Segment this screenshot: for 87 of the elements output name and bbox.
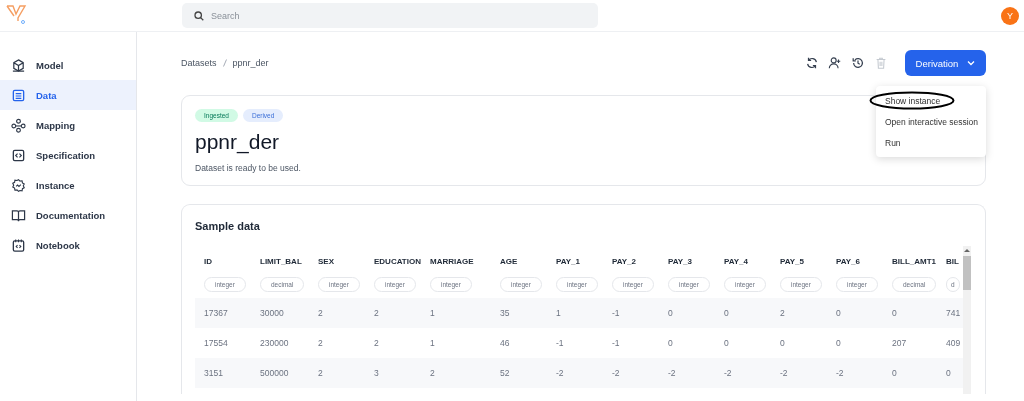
table-cell: 1: [421, 298, 491, 328]
table-cell: 35: [491, 298, 547, 328]
table-cell: -1: [547, 328, 603, 358]
sidebar-item[interactable]: Mapping: [0, 110, 136, 140]
table-cell: 0: [715, 298, 771, 328]
table-cell: 17554: [195, 328, 251, 358]
gear-icon: [11, 177, 26, 193]
column-header: ID: [203, 256, 213, 266]
notebook-icon: [11, 237, 26, 253]
table-cell: 0: [771, 328, 827, 358]
sidebar-item[interactable]: Notebook: [0, 230, 136, 260]
table-cell: -2: [827, 358, 883, 388]
table-cell: 0: [659, 298, 715, 328]
table-cell: 52: [491, 358, 547, 388]
column-header: MARRIAGE: [421, 246, 491, 266]
table-cell: -2: [547, 358, 603, 388]
book-icon: [11, 207, 26, 223]
table-cell: -2: [715, 358, 771, 388]
column-header: EDUCATION: [373, 256, 421, 266]
column-header: BILL_AMT1: [891, 256, 937, 266]
menu-item[interactable]: Run: [876, 132, 986, 153]
search-field[interactable]: Search: [182, 3, 598, 28]
breadcrumb-link[interactable]: Datasets: [181, 58, 217, 68]
table-cell: 2: [771, 298, 827, 328]
column-header: SEX: [317, 256, 335, 266]
table-cell: 0: [827, 298, 883, 328]
column-header: PAY_5: [779, 256, 806, 266]
table-cell: 0: [715, 328, 771, 358]
table-cell: 409: [942, 328, 963, 358]
section-title: Sample data: [195, 220, 261, 232]
sidebar-item[interactable]: Data: [0, 80, 136, 110]
column-header: LIMIT_BAL: [259, 256, 303, 266]
column-header: PAY_4: [723, 256, 750, 266]
search-icon: [194, 10, 204, 21]
sidebar-item[interactable]: Model: [0, 50, 136, 80]
table-cell: 2: [309, 328, 365, 358]
table-cell: -2: [659, 358, 715, 388]
dataset-title: ppnr_der: [195, 130, 280, 154]
table-cell: 30000: [251, 298, 309, 328]
add-user-icon[interactable]: [828, 56, 842, 70]
cube-icon: [11, 57, 26, 73]
table-cell: 741: [942, 298, 963, 328]
table-cell: 2: [365, 298, 421, 328]
table-cell: 2: [421, 358, 491, 388]
column-header: PAY_2: [611, 256, 638, 266]
nodes-icon: [11, 117, 26, 133]
table-cell: 500000: [251, 358, 309, 388]
code-icon: [11, 147, 26, 163]
table-cell: 0: [942, 358, 963, 388]
column-header: BIL: [945, 256, 960, 266]
scrollbar[interactable]: [963, 246, 971, 394]
table-cell: -1: [603, 328, 659, 358]
table-cell: 2: [309, 358, 365, 388]
table-cell: 0: [883, 298, 942, 328]
table-cell: 2: [309, 298, 365, 328]
column-header: PAY_1: [555, 256, 582, 266]
table-cell: 1: [421, 328, 491, 358]
table-cell: 3151: [195, 358, 251, 388]
table-cell: 46: [491, 328, 547, 358]
refresh-icon[interactable]: [805, 56, 819, 70]
table-cell: 17367: [195, 298, 251, 328]
chevron-down-icon: [967, 60, 976, 66]
table-cell: 3: [365, 358, 421, 388]
table-cell: 207: [883, 328, 942, 358]
table-cell: 1: [547, 298, 603, 328]
table-cell: -1: [603, 298, 659, 328]
column-header: PAY_6: [835, 256, 862, 266]
table-cell: -2: [603, 358, 659, 388]
column-header: PAY_3: [667, 256, 694, 266]
status-text: Dataset is ready to be used.: [195, 163, 302, 173]
sidebar-item[interactable]: Instance: [0, 170, 136, 200]
breadcrumb-separator-icon: [222, 59, 227, 67]
table-cell: 0: [883, 358, 942, 388]
derivation-button[interactable]: Derivation: [905, 50, 986, 76]
history-icon[interactable]: [851, 56, 865, 70]
breadcrumb-current: ppnr_der: [232, 58, 269, 68]
column-header: AGE: [499, 256, 519, 266]
table-cell: 230000: [251, 328, 309, 358]
sidebar-item[interactable]: Documentation: [0, 200, 136, 230]
sidebar-item[interactable]: Specification: [0, 140, 136, 170]
menu-item[interactable]: Show instance: [876, 90, 986, 111]
menu-item[interactable]: Open interactive session: [876, 111, 986, 132]
table-cell: 0: [827, 328, 883, 358]
table-cell: 2: [365, 328, 421, 358]
table-cell: -2: [771, 358, 827, 388]
table-cell: 0: [659, 328, 715, 358]
sheet-icon: [11, 87, 26, 103]
